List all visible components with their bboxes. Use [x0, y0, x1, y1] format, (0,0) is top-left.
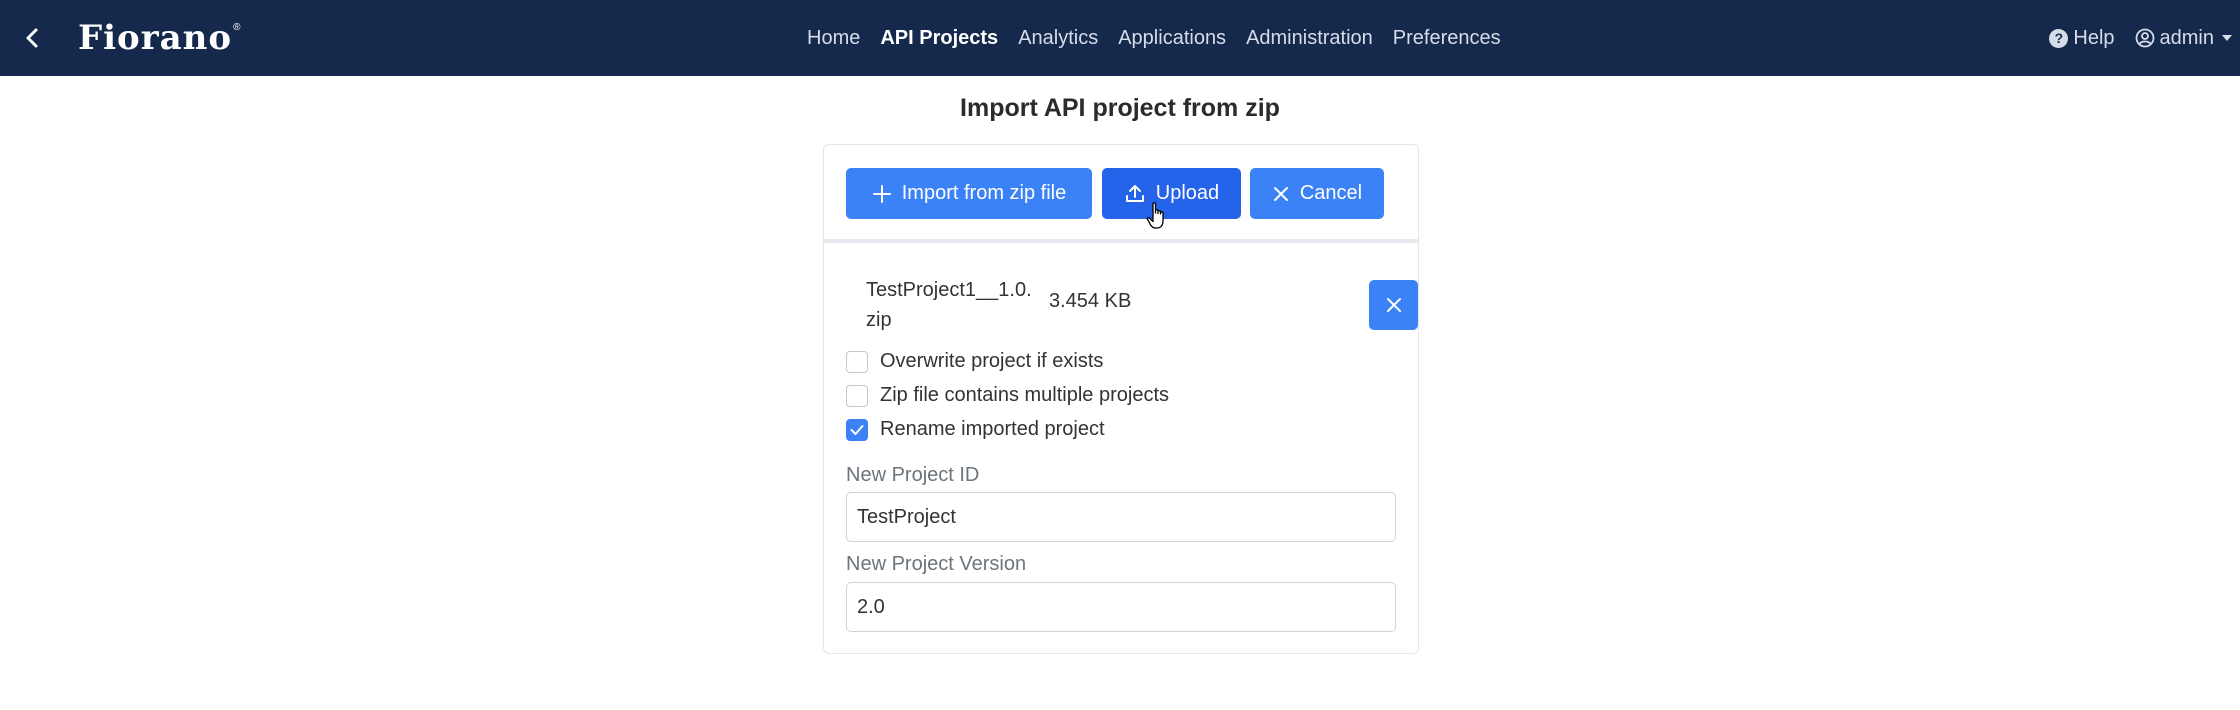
- overwrite-project-checkbox[interactable]: [846, 350, 868, 373]
- project-version-label: New Project Version: [846, 553, 1027, 575]
- plus-icon: [872, 184, 892, 204]
- nav-item-preferences[interactable]: Preferences: [1393, 27, 1501, 50]
- main-nav: Home API Projects Analytics Applications…: [807, 0, 1521, 76]
- upload-button[interactable]: Upload: [1102, 168, 1241, 219]
- project-id-label: New Project ID: [846, 464, 980, 486]
- selected-file-row: TestProject1__1.0.zip 3.454 KB: [866, 275, 1418, 335]
- nav-item-applications[interactable]: Applications: [1118, 27, 1226, 50]
- multiple-projects-checkbox[interactable]: [846, 384, 868, 407]
- remove-file-button[interactable]: [1369, 280, 1418, 330]
- nav-item-home[interactable]: Home: [807, 27, 860, 50]
- help-label: Help: [2073, 26, 2115, 49]
- upload-icon: [1124, 183, 1146, 205]
- page-title: Import API project from zip: [960, 94, 1280, 122]
- project-version-input[interactable]: [846, 582, 1396, 632]
- nav-item-analytics[interactable]: Analytics: [1018, 27, 1098, 50]
- user-nav: ? Help admin: [2049, 0, 2232, 76]
- cancel-button[interactable]: Cancel: [1250, 168, 1384, 219]
- rename-project-option[interactable]: Rename imported project: [846, 418, 1105, 441]
- help-link[interactable]: ? Help: [2049, 26, 2115, 50]
- user-label: admin: [2159, 26, 2214, 49]
- upload-toolbar: Import from zip file Upload Cancel: [824, 145, 1418, 243]
- top-navbar: Fiorano ® Home API Projects Analytics Ap…: [0, 0, 2240, 76]
- logo-registered-mark: ®: [233, 22, 241, 33]
- file-name: TestProject1__1.0.zip: [866, 279, 1032, 331]
- upload-button-label: Upload: [1155, 182, 1220, 204]
- overwrite-project-option[interactable]: Overwrite project if exists: [846, 350, 1103, 373]
- cancel-button-label: Cancel: [1299, 182, 1363, 204]
- user-circle-icon: [2135, 28, 2155, 48]
- import-button-label: Import from zip file: [901, 182, 1067, 204]
- nav-item-api-projects[interactable]: API Projects: [880, 27, 998, 50]
- import-card: Import from zip file Upload Cancel TestP…: [823, 144, 1419, 654]
- user-menu[interactable]: admin: [2135, 27, 2232, 50]
- back-button[interactable]: [14, 20, 50, 56]
- nav-item-administration[interactable]: Administration: [1246, 27, 1373, 50]
- close-icon: [1272, 185, 1290, 203]
- import-from-zip-button[interactable]: Import from zip file: [846, 168, 1092, 219]
- rename-project-label: Rename imported project: [880, 418, 1105, 440]
- question-circle-icon: ?: [2049, 28, 2069, 48]
- fiorano-logo[interactable]: Fiorano ®: [78, 18, 240, 58]
- overwrite-project-label: Overwrite project if exists: [880, 350, 1104, 372]
- logo-text: Fiorano: [78, 18, 233, 58]
- chevron-left-icon: [26, 28, 38, 48]
- file-size: 3.454 KB: [1049, 290, 1132, 312]
- rename-project-checkbox[interactable]: [846, 418, 868, 441]
- project-id-input[interactable]: [846, 492, 1396, 542]
- close-icon: [1386, 298, 1401, 312]
- caret-down-icon: [2222, 35, 2232, 41]
- multiple-projects-label: Zip file contains multiple projects: [880, 384, 1170, 406]
- multiple-projects-option[interactable]: Zip file contains multiple projects: [846, 384, 1169, 407]
- check-icon: [850, 424, 864, 435]
